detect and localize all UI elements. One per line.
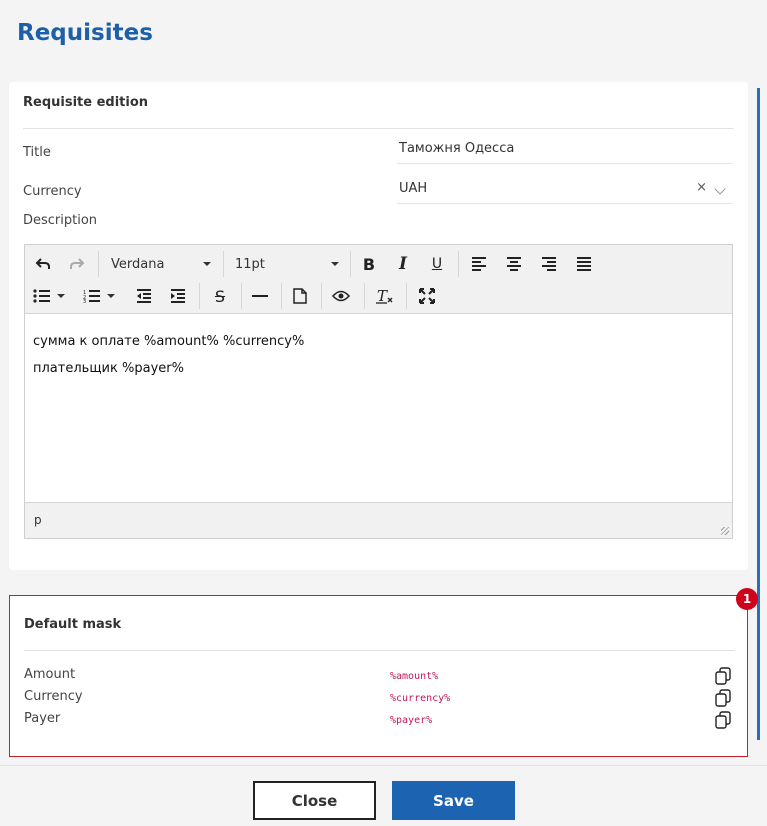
editor-content[interactable]: сумма к оплате %amount% %currency% плате… bbox=[25, 314, 732, 503]
font-size-select[interactable]: 11pt bbox=[229, 251, 345, 277]
card-divider bbox=[24, 650, 735, 651]
bold-icon[interactable]: B bbox=[357, 251, 381, 277]
mask-code-payer: %payer% bbox=[390, 715, 433, 726]
requisite-edition-card: Requisite edition Title Таможня Одесса C… bbox=[9, 82, 748, 570]
bullet-list-icon bbox=[33, 289, 50, 303]
currency-label: Currency bbox=[23, 184, 82, 199]
caret-down-icon bbox=[107, 294, 115, 298]
title-value: Таможня Одесса bbox=[399, 141, 515, 156]
copy-icon[interactable] bbox=[714, 711, 732, 729]
redo-icon[interactable] bbox=[65, 251, 89, 277]
toolbar-separator bbox=[364, 283, 365, 309]
font-size-value: 11pt bbox=[235, 256, 265, 272]
strikethrough-icon[interactable]: S bbox=[207, 283, 233, 309]
clear-formatting-icon[interactable]: T bbox=[372, 283, 398, 309]
caret-down-icon bbox=[331, 262, 339, 266]
toolbar-separator bbox=[241, 283, 242, 309]
toolbar-separator bbox=[223, 251, 224, 277]
close-button[interactable]: Close bbox=[253, 781, 376, 820]
mask-label-amount: Amount bbox=[24, 667, 76, 682]
svg-text:T: T bbox=[377, 288, 388, 304]
preview-icon[interactable] bbox=[328, 283, 354, 309]
editor-line: плательщик %payer% bbox=[33, 361, 184, 376]
align-left-icon[interactable] bbox=[467, 251, 491, 277]
resize-handle-icon[interactable] bbox=[721, 527, 729, 535]
editor-line: сумма к оплате %amount% %currency% bbox=[33, 334, 305, 349]
font-family-value: Verdana bbox=[111, 256, 165, 272]
copy-icon[interactable] bbox=[714, 667, 732, 685]
fullscreen-icon[interactable] bbox=[414, 283, 440, 309]
rich-text-editor: Verdana 11pt B I U 1 2 3 S T сумма к опл… bbox=[24, 244, 733, 539]
undo-icon[interactable] bbox=[31, 251, 55, 277]
editor-statusbar: p bbox=[25, 502, 732, 538]
card-divider bbox=[23, 128, 734, 129]
numbered-list-icon: 123 bbox=[83, 290, 100, 303]
align-justify-icon[interactable] bbox=[572, 251, 596, 277]
title-field[interactable]: Таможня Одесса bbox=[397, 136, 733, 164]
toolbar-separator bbox=[350, 251, 351, 277]
toolbar-separator bbox=[281, 283, 282, 309]
footer-divider bbox=[0, 765, 767, 766]
italic-icon[interactable]: I bbox=[391, 251, 415, 277]
save-button[interactable]: Save bbox=[392, 781, 515, 820]
mask-code-amount: %amount% bbox=[390, 671, 439, 682]
caret-down-icon bbox=[57, 294, 65, 298]
outdent-icon[interactable] bbox=[131, 283, 157, 309]
scrollbar[interactable] bbox=[757, 88, 760, 740]
toolbar-separator bbox=[98, 251, 99, 277]
toolbar-separator bbox=[458, 251, 459, 277]
element-path[interactable]: p bbox=[34, 513, 42, 527]
editor-toolbar: Verdana 11pt B I U 1 2 3 S T bbox=[25, 245, 732, 314]
indent-icon[interactable] bbox=[165, 283, 191, 309]
numbered-list-button[interactable]: 123 bbox=[83, 283, 123, 309]
annotation-badge: 1 bbox=[736, 588, 758, 610]
svg-text:3: 3 bbox=[83, 299, 86, 303]
caret-down-icon bbox=[203, 262, 211, 266]
toolbar-separator bbox=[406, 283, 407, 309]
new-document-icon[interactable] bbox=[287, 283, 313, 309]
mask-label-currency: Currency bbox=[24, 689, 83, 704]
mask-heading: Default mask bbox=[24, 617, 122, 632]
currency-select[interactable]: UAH × bbox=[397, 176, 733, 204]
title-label: Title bbox=[23, 145, 51, 160]
chevron-down-icon[interactable] bbox=[714, 183, 726, 195]
page-title: Requisites bbox=[17, 20, 153, 46]
font-family-select[interactable]: Verdana bbox=[105, 251, 217, 277]
default-mask-card: Default mask Amount %amount% Currency %c… bbox=[9, 595, 748, 757]
currency-value: UAH bbox=[399, 181, 428, 196]
underline-icon[interactable]: U bbox=[425, 251, 449, 277]
mask-code-currency: %currency% bbox=[390, 693, 451, 704]
align-right-icon[interactable] bbox=[537, 251, 561, 277]
description-label: Description bbox=[23, 213, 98, 228]
toolbar-separator bbox=[199, 283, 200, 309]
mask-label-payer: Payer bbox=[24, 711, 61, 726]
align-center-icon[interactable] bbox=[502, 251, 526, 277]
card-heading: Requisite edition bbox=[23, 95, 149, 110]
clear-icon[interactable]: × bbox=[696, 180, 707, 195]
toolbar-separator bbox=[321, 283, 322, 309]
copy-icon[interactable] bbox=[714, 689, 732, 707]
bullet-list-button[interactable] bbox=[33, 283, 73, 309]
horizontal-line-icon[interactable] bbox=[247, 283, 273, 309]
